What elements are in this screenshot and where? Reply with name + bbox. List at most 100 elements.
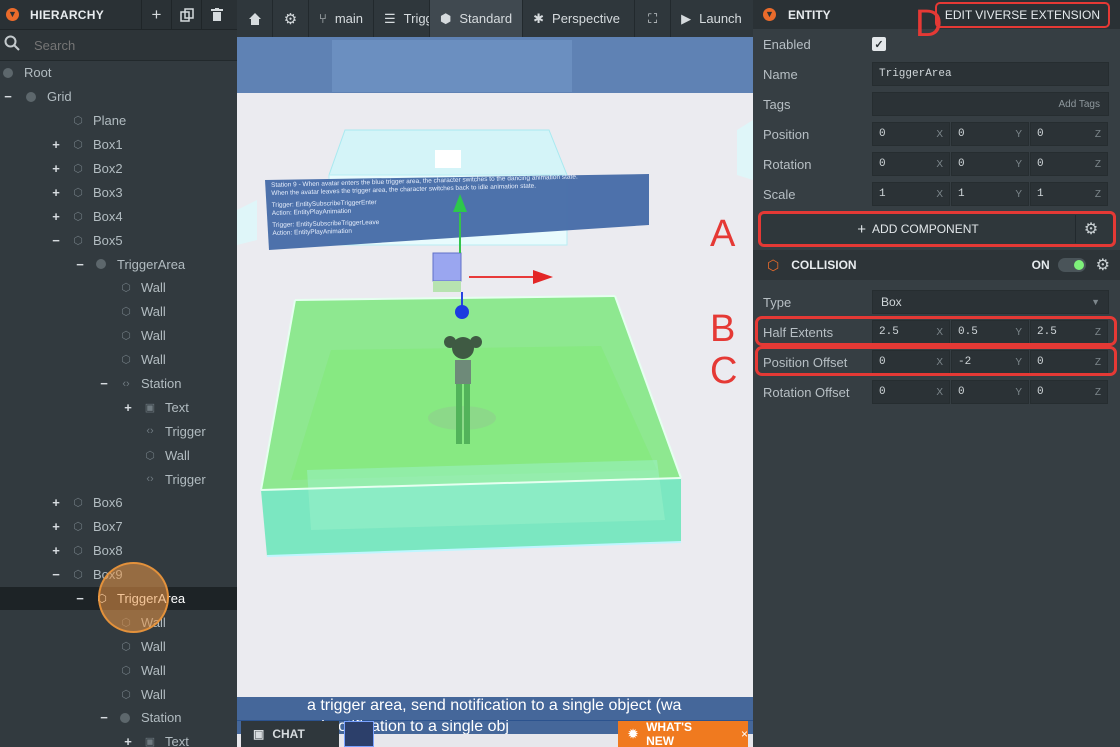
tree-item[interactable]: + ⬡ Box7 <box>0 515 237 539</box>
rotation-offset-z-field[interactable]: 0Z <box>1030 380 1108 404</box>
launch-button[interactable]: ▶ Launch <box>671 0 753 37</box>
add-entity-button[interactable]: + <box>141 0 171 30</box>
tree-item[interactable]: ⬡ Wall <box>0 348 237 372</box>
camera-button[interactable]: ✱ Perspective <box>523 0 636 37</box>
expand-icon[interactable]: + <box>50 137 62 152</box>
half-extents-y-field[interactable]: 0.5 Y <box>951 320 1029 344</box>
tree-item[interactable]: Root <box>0 61 237 85</box>
half-extents-x-field[interactable]: 2.5 X <box>872 320 950 344</box>
entity-icon: ⬡ <box>145 449 155 462</box>
collapse-icon[interactable]: − <box>74 591 86 606</box>
collapse-icon[interactable]: − <box>74 257 86 272</box>
expand-icon[interactable]: + <box>50 543 62 558</box>
position-x-field[interactable]: 0X <box>872 122 950 146</box>
camera-label: Perspective <box>552 11 620 26</box>
tree-item[interactable]: − ⬡ Box5 <box>0 228 237 252</box>
expand-icon[interactable]: + <box>50 519 62 534</box>
tree-item[interactable]: ⬡ Wall <box>0 682 237 706</box>
rotation-offset-y-field[interactable]: 0Y <box>951 380 1029 404</box>
tree-item[interactable]: ⬡ Plane <box>0 109 237 133</box>
scene-list-button[interactable]: ☰ Trigger <box>374 0 430 37</box>
branch-button[interactable]: ⑂ main <box>309 0 374 37</box>
scene-label: Trigger <box>403 11 429 26</box>
tree-item[interactable]: ⬡ Wall <box>0 324 237 348</box>
chat-button[interactable]: ▣ CHAT <box>241 721 339 747</box>
settings-button[interactable]: ⚙ <box>273 0 309 37</box>
lightbulb-icon: ✹ <box>628 727 639 741</box>
scale-z-field[interactable]: 1Z <box>1030 182 1108 206</box>
whats-new-button[interactable]: ✹ WHAT'S NEW × <box>618 720 748 747</box>
tree-item[interactable]: ‹› Trigger <box>0 467 237 491</box>
gear-icon[interactable]: ⚙ <box>1096 255 1110 275</box>
expand-icon[interactable]: + <box>50 209 62 224</box>
entity-icon: ⬡ <box>121 354 131 367</box>
enabled-label: Enabled <box>763 36 811 52</box>
rotation-z-field[interactable]: 0Z <box>1030 152 1108 176</box>
cube-icon: ⬢ <box>440 10 452 26</box>
scale-x-field[interactable]: 1X <box>872 182 950 206</box>
close-icon[interactable]: × <box>741 727 748 741</box>
expand-icon[interactable]: + <box>50 161 62 176</box>
half-extents-z-field[interactable]: 2.5 Z <box>1030 320 1108 344</box>
fullscreen-button[interactable]: ⛶ <box>635 0 672 37</box>
collapse-icon[interactable]: ▼ <box>763 8 776 21</box>
tree-item[interactable]: ⬡ Wall <box>0 300 237 324</box>
tree-item[interactable]: + ⬡ Box6 <box>0 491 237 515</box>
position-offset-x-field[interactable]: 0X <box>872 350 950 374</box>
collapse-icon[interactable]: ▼ <box>6 8 19 21</box>
avatar[interactable] <box>344 721 374 747</box>
expand-icon[interactable]: + <box>50 185 62 200</box>
tree-item[interactable]: − Grid <box>0 85 237 109</box>
collision-header: ⬡ COLLISION ON ⚙ <box>753 250 1120 280</box>
entity-title: ENTITY <box>788 7 831 22</box>
rotation-offset-x-field[interactable]: 0X <box>872 380 950 404</box>
tags-field[interactable]: Add Tags <box>872 92 1109 116</box>
tree-item[interactable]: + ⬡ Box8 <box>0 539 237 563</box>
mode-button[interactable]: ⬢ Standard <box>430 0 524 37</box>
position-offset-y-field[interactable]: -2 Y <box>951 350 1029 374</box>
tree-item[interactable]: + ▣ Text <box>0 730 237 747</box>
scene-viewport[interactable]: Station 9 - When avatar enters the blue … <box>237 0 753 747</box>
tree-item[interactable]: ⬡ Wall <box>0 634 237 658</box>
tree-item[interactable]: + ⬡ Box3 <box>0 180 237 204</box>
search-input[interactable] <box>34 37 214 53</box>
tree-item[interactable]: + ▣ Text <box>0 395 237 419</box>
tree-item[interactable]: ‹› Trigger <box>0 419 237 443</box>
tree-item[interactable]: + ⬡ Box4 <box>0 204 237 228</box>
collapse-icon[interactable]: − <box>50 233 62 248</box>
position-z-field[interactable]: 0Z <box>1030 122 1108 146</box>
delete-entity-button[interactable] <box>201 0 231 30</box>
edit-viverse-extension-button[interactable]: EDIT VIVERSE EXTENSION <box>934 1 1110 28</box>
scale-y-field[interactable]: 1Y <box>951 182 1029 206</box>
collapse-icon[interactable]: − <box>50 567 62 582</box>
scene-render <box>237 0 753 747</box>
type-select[interactable]: Box ▼ <box>872 290 1109 314</box>
collapse-icon[interactable]: − <box>98 376 110 391</box>
tree-item[interactable]: + ⬡ Box1 <box>0 133 237 157</box>
tree-item[interactable]: ⬡ Wall <box>0 276 237 300</box>
tree-item[interactable]: + ⬡ Box2 <box>0 157 237 181</box>
tree-item[interactable]: − ‹› Station <box>0 372 237 396</box>
tree-item[interactable]: − Station <box>0 706 237 730</box>
rotation-x-field[interactable]: 0X <box>872 152 950 176</box>
tree-item-label: Wall <box>141 662 166 678</box>
rotation-y-field[interactable]: 0Y <box>951 152 1029 176</box>
fullscreen-icon: ⛶ <box>648 10 658 26</box>
home-button[interactable] <box>237 0 273 37</box>
expand-icon[interactable]: + <box>122 734 134 747</box>
collapse-icon[interactable]: − <box>98 710 110 725</box>
entity-settings-button[interactable]: ⚙ <box>1076 219 1106 239</box>
expand-icon[interactable]: + <box>122 400 134 415</box>
position-offset-z-field[interactable]: 0Z <box>1030 350 1108 374</box>
name-field[interactable]: TriggerArea <box>872 62 1109 86</box>
enabled-checkbox[interactable]: ✓ <box>872 37 886 51</box>
tree-item[interactable]: ⬡ Wall <box>0 658 237 682</box>
tree-item[interactable]: ⬡ Wall <box>0 443 237 467</box>
collision-toggle[interactable] <box>1057 258 1086 272</box>
expand-icon[interactable]: + <box>50 495 62 510</box>
collapse-icon[interactable]: − <box>2 89 14 104</box>
tree-item[interactable]: − TriggerArea <box>0 252 237 276</box>
duplicate-entity-button[interactable] <box>171 0 201 30</box>
add-component-button[interactable]: + ADD COMPONENT <box>761 215 1076 243</box>
position-y-field[interactable]: 0Y <box>951 122 1029 146</box>
